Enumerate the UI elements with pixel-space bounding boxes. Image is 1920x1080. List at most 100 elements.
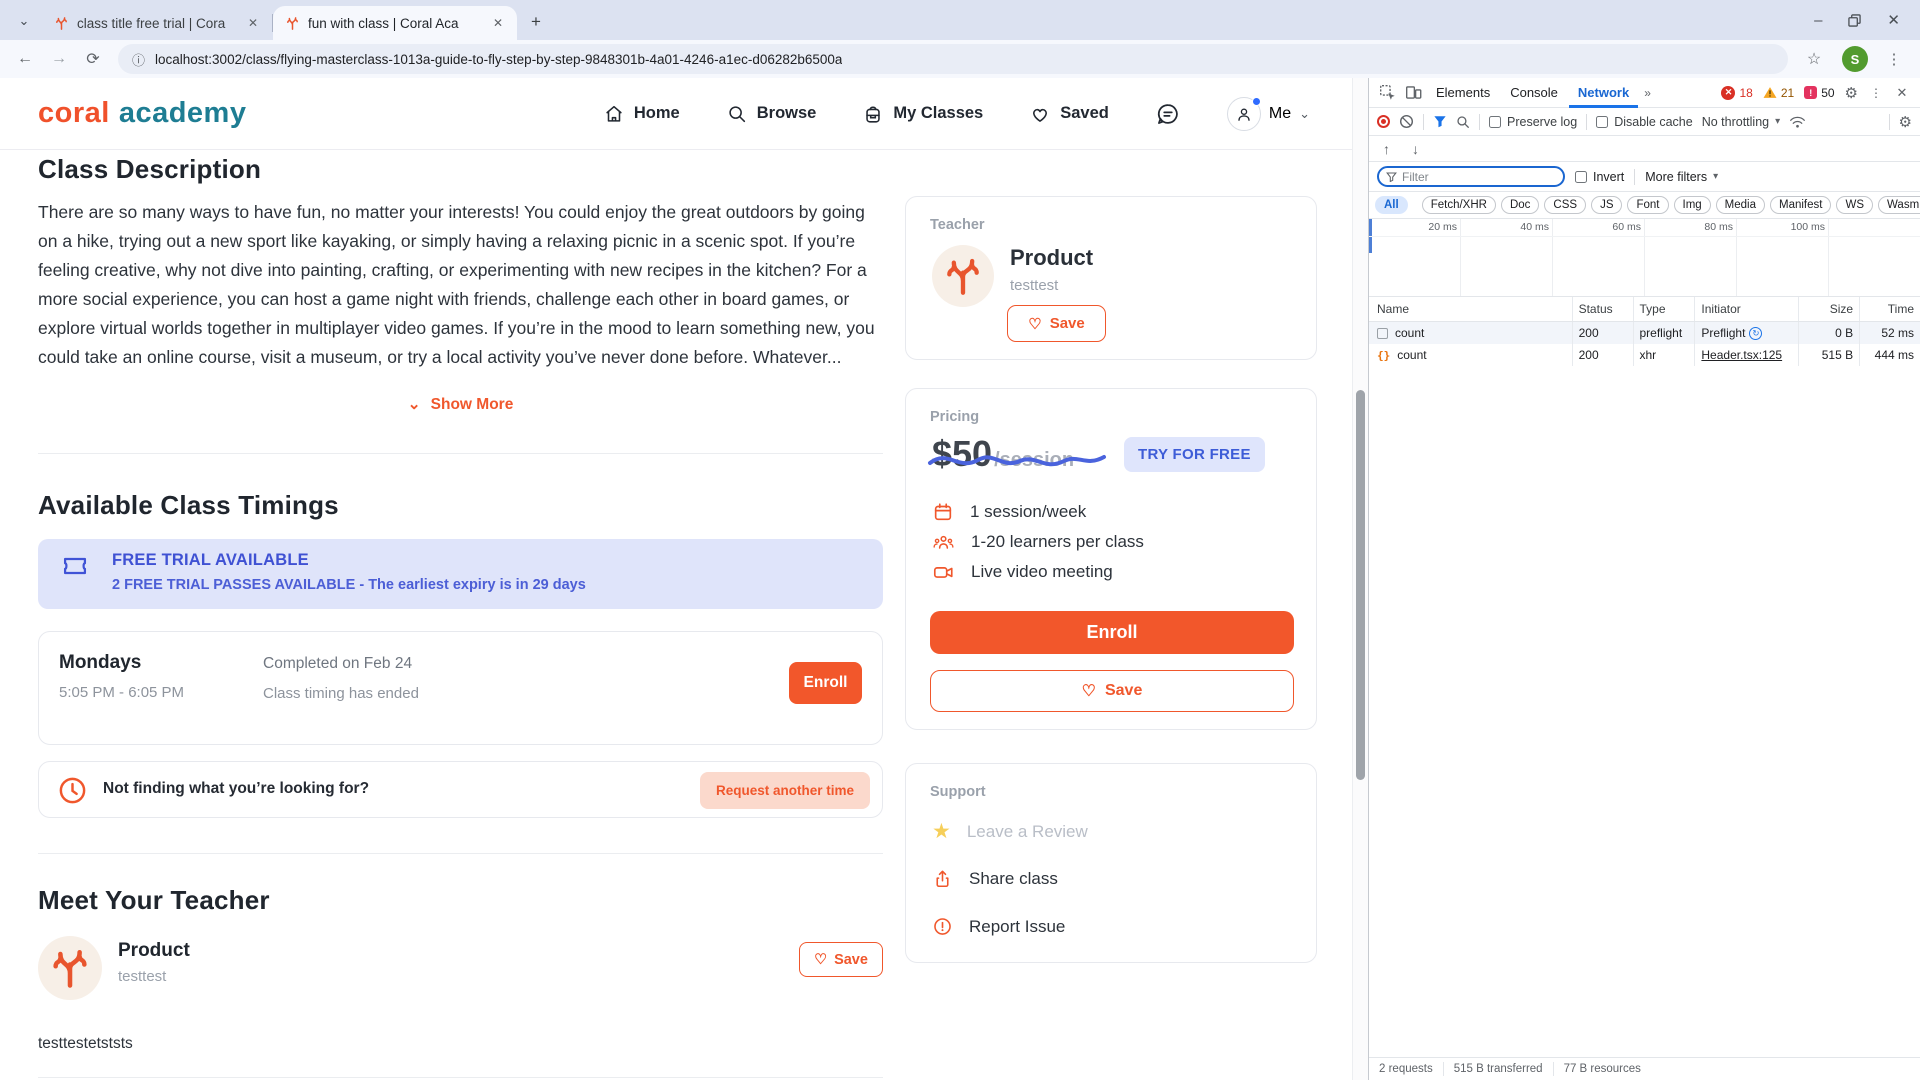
more-filters-dropdown[interactable]: More filters ▾ (1645, 170, 1718, 184)
warning-icon (1763, 86, 1777, 99)
disable-cache-checkbox[interactable]: Disable cache (1596, 115, 1693, 129)
page-scrollbar[interactable] (1352, 78, 1368, 1080)
column-header-initiator[interactable]: Initiator (1695, 297, 1799, 321)
teacher-name[interactable]: Product (118, 940, 190, 962)
nav-home-label: Home (634, 104, 680, 123)
nav-home[interactable]: Home (603, 103, 680, 125)
feature-label: 1 session/week (970, 502, 1086, 522)
forward-button[interactable]: → (44, 44, 74, 74)
devtools-settings-icon[interactable]: ⚙ (1845, 84, 1858, 102)
inspect-element-icon[interactable] (1375, 81, 1399, 105)
column-header-time[interactable]: Time (1860, 297, 1920, 321)
devtools-close-icon[interactable]: ✕ (1894, 81, 1910, 105)
issues-count: 50 (1821, 86, 1834, 100)
teacher-avatar[interactable] (38, 936, 102, 1000)
filter-chip-manifest[interactable]: Manifest (1770, 196, 1831, 214)
report-issue-item[interactable]: Report Issue (932, 916, 1065, 937)
enroll-button[interactable]: Enroll (930, 611, 1294, 654)
network-settings-icon[interactable]: ⚙ (1899, 113, 1912, 131)
sidebar-column: Teacher Product testtest ♡ Save Pricing … (905, 196, 1317, 963)
preserve-log-checkbox[interactable]: Preserve log (1489, 115, 1577, 129)
import-har-icon[interactable]: ↑ (1383, 141, 1390, 157)
filter-chip-all[interactable]: All (1375, 196, 1408, 214)
coral-academy-logo[interactable]: coral academy (38, 97, 246, 130)
filter-input[interactable] (1402, 170, 1532, 184)
filter-chip-wasm[interactable]: Wasm (1878, 196, 1920, 214)
new-tab-button[interactable]: + (523, 9, 549, 35)
record-network-log-icon[interactable] (1377, 115, 1390, 128)
browser-tab-1[interactable]: class title free trial | Cora ✕ (42, 6, 272, 40)
filter-chip-ws[interactable]: WS (1836, 196, 1873, 214)
error-badge[interactable]: ✕ 18 (1721, 86, 1752, 100)
reload-button[interactable]: ⟳ (78, 44, 108, 74)
request-initiator-link[interactable]: Header.tsx:125 (1701, 348, 1782, 362)
leave-review-item[interactable]: ★ Leave a Review (932, 819, 1088, 844)
nav-my-classes[interactable]: My Classes (862, 103, 983, 125)
show-more-button[interactable]: ⌄ Show More (38, 395, 883, 414)
tab-search-button[interactable]: ⌄ (10, 7, 38, 35)
bookmark-star-icon[interactable]: ☆ (1800, 45, 1828, 73)
nav-my-classes-label: My Classes (893, 104, 983, 123)
scrollbar-thumb[interactable] (1356, 390, 1365, 780)
devtools-menu-icon[interactable]: ⋮ (1868, 81, 1884, 105)
issues-badge[interactable]: ! 50 (1804, 86, 1834, 100)
browser-tab-2-active[interactable]: fun with class | Coral Aca ✕ (273, 6, 517, 40)
enroll-button[interactable]: Enroll (789, 662, 862, 704)
address-bar[interactable]: ⓘ localhost:3002/class/flying-masterclas… (118, 44, 1788, 74)
network-conditions-icon[interactable] (1789, 115, 1806, 129)
messages-button[interactable] (1155, 101, 1181, 127)
site-info-icon[interactable]: ⓘ (132, 50, 145, 69)
request-another-time-button[interactable]: Request another time (700, 772, 870, 809)
network-request-row[interactable]: count 200 preflight Preflight ↻ 0 B 52 m… (1369, 322, 1920, 344)
back-button[interactable]: ← (10, 44, 40, 74)
nav-saved[interactable]: Saved (1029, 103, 1109, 125)
filter-icon[interactable] (1433, 115, 1447, 128)
filter-input-box[interactable] (1377, 166, 1565, 187)
close-window-button[interactable]: ✕ (1887, 11, 1900, 29)
nav-browse-label: Browse (757, 104, 817, 123)
throttling-dropdown[interactable]: No throttling ▾ (1702, 115, 1780, 129)
export-har-icon[interactable]: ↓ (1412, 141, 1419, 157)
timeline-rule (1369, 236, 1920, 237)
tab-elements[interactable]: Elements (1427, 78, 1499, 108)
more-tabs-icon[interactable]: » (1640, 86, 1655, 100)
filter-chip-img[interactable]: Img (1674, 196, 1711, 214)
minimize-button[interactable]: – (1814, 12, 1822, 29)
price-value: $50 (932, 433, 992, 475)
save-class-button[interactable]: ♡ Save (930, 670, 1294, 712)
maximize-button[interactable] (1848, 14, 1861, 27)
filter-chip-css[interactable]: CSS (1544, 196, 1586, 214)
filter-chip-media[interactable]: Media (1716, 196, 1765, 214)
nav-me[interactable]: Me ⌄ (1227, 97, 1310, 131)
tab-network[interactable]: Network (1569, 78, 1638, 108)
teacher-card-name[interactable]: Product (1010, 245, 1093, 271)
filter-chip-fetchxhr[interactable]: Fetch/XHR (1422, 196, 1496, 214)
tab-close-icon[interactable]: ✕ (244, 14, 262, 32)
tab-close-icon[interactable]: ✕ (489, 14, 507, 32)
device-toolbar-icon[interactable] (1401, 81, 1425, 105)
clear-network-log-icon[interactable] (1399, 114, 1414, 129)
filter-chip-doc[interactable]: Doc (1501, 196, 1539, 214)
save-teacher-button[interactable]: ♡ Save (799, 942, 883, 977)
filter-chip-js[interactable]: JS (1591, 196, 1622, 214)
column-header-name[interactable]: Name (1369, 297, 1573, 321)
column-header-type[interactable]: Type (1634, 297, 1696, 321)
url-text[interactable]: localhost:3002/class/flying-masterclass-… (155, 52, 842, 67)
column-header-status[interactable]: Status (1573, 297, 1634, 321)
save-teacher-button[interactable]: ♡ Save (1007, 305, 1106, 342)
invert-checkbox[interactable]: Invert (1575, 170, 1624, 184)
nav-browse[interactable]: Browse (726, 103, 817, 125)
warning-badge[interactable]: 21 (1763, 86, 1794, 100)
share-class-item[interactable]: Share class (932, 868, 1058, 890)
network-request-row[interactable]: {} count 200 xhr Header.tsx:125 515 B 44… (1369, 344, 1920, 366)
network-overview-timeline[interactable]: 20 ms 40 ms 60 ms 80 ms 100 ms (1369, 219, 1920, 297)
search-network-icon[interactable] (1456, 115, 1470, 129)
teacher-avatar[interactable] (932, 245, 994, 307)
checkbox-icon (1489, 116, 1501, 128)
chevron-down-icon: ⌄ (19, 13, 30, 29)
tab-console[interactable]: Console (1501, 78, 1567, 108)
browser-menu-icon[interactable]: ⋮ (1882, 47, 1906, 71)
browser-profile-avatar[interactable]: S (1842, 46, 1868, 72)
filter-chip-font[interactable]: Font (1627, 196, 1668, 214)
column-header-size[interactable]: Size (1799, 297, 1860, 321)
